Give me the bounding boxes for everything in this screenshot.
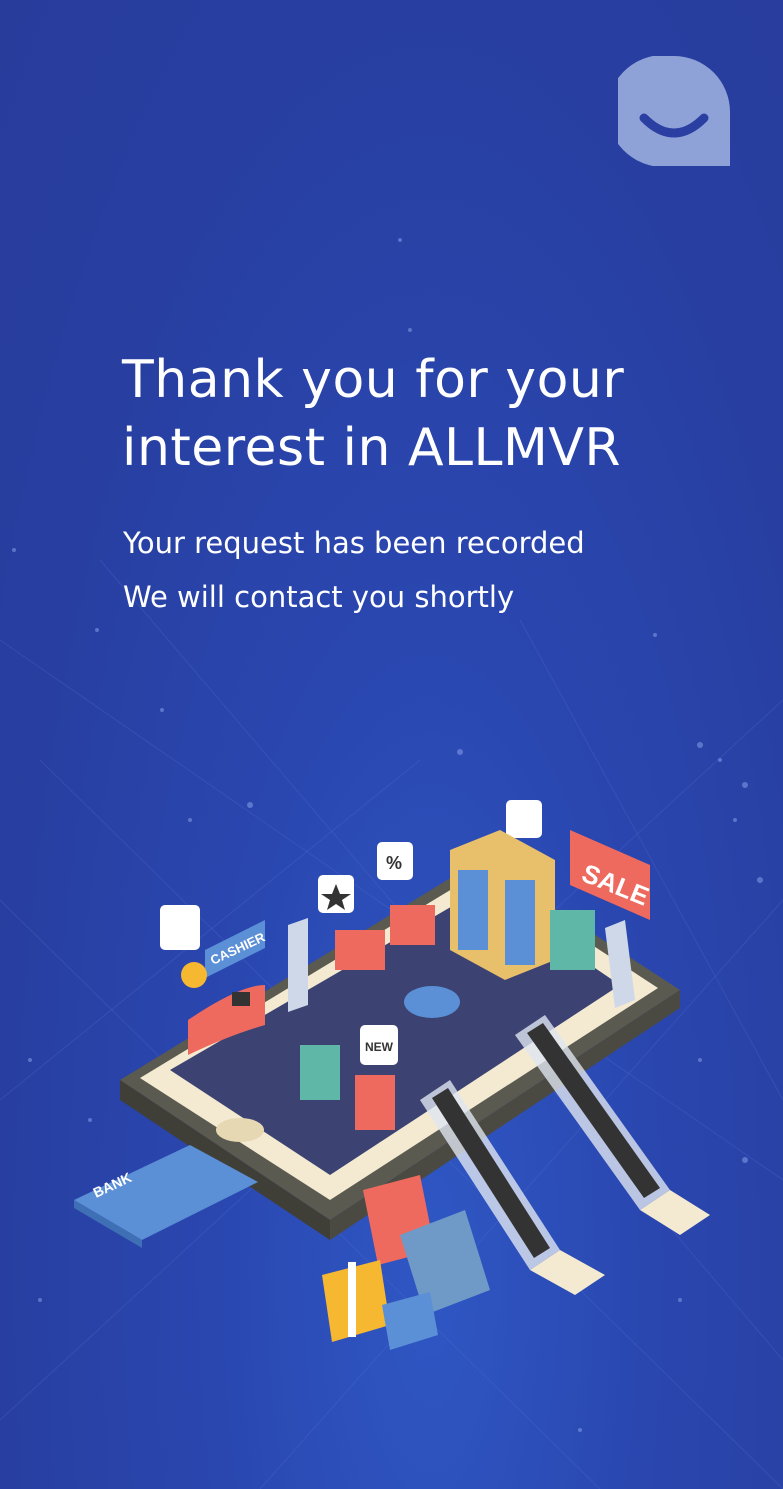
thank-you-page: Thank you for your interest in ALLMVR Yo… [0, 0, 783, 1489]
page-title: Thank you for your interest in ALLMVR [122, 346, 742, 482]
new-tag-label: NEW [365, 1040, 394, 1054]
mirror-illustration [288, 918, 308, 1012]
contact-shortly-message: We will contact you shortly [123, 580, 515, 614]
bag-shelf-illustration [390, 905, 435, 945]
mall-in-phone-illustration: BANK CASHIER % SALE NEW [74, 800, 710, 1350]
title-line-1: Thank you for your [122, 350, 625, 410]
percent-bubble-label: % [386, 853, 402, 873]
shoe-shelf-illustration [335, 930, 385, 970]
display-table-illustration [404, 986, 460, 1018]
request-recorded-message: Your request has been recorded [123, 526, 585, 560]
sale-sign: SALE [570, 830, 653, 920]
coin-icon [181, 962, 207, 988]
smile-chat-bubble-icon [618, 56, 730, 166]
title-line-2: interest in ALLMVR [122, 418, 622, 478]
clothing-rack-illustration [300, 1045, 340, 1100]
fitting-room-illustration [450, 830, 555, 980]
shopping-cart-icon [160, 905, 200, 950]
clothing-rack-illustration [550, 910, 595, 970]
hanger-icon [506, 800, 542, 838]
clothing-rack-illustration [355, 1075, 395, 1130]
cashier-sign: CASHIER [205, 920, 268, 978]
